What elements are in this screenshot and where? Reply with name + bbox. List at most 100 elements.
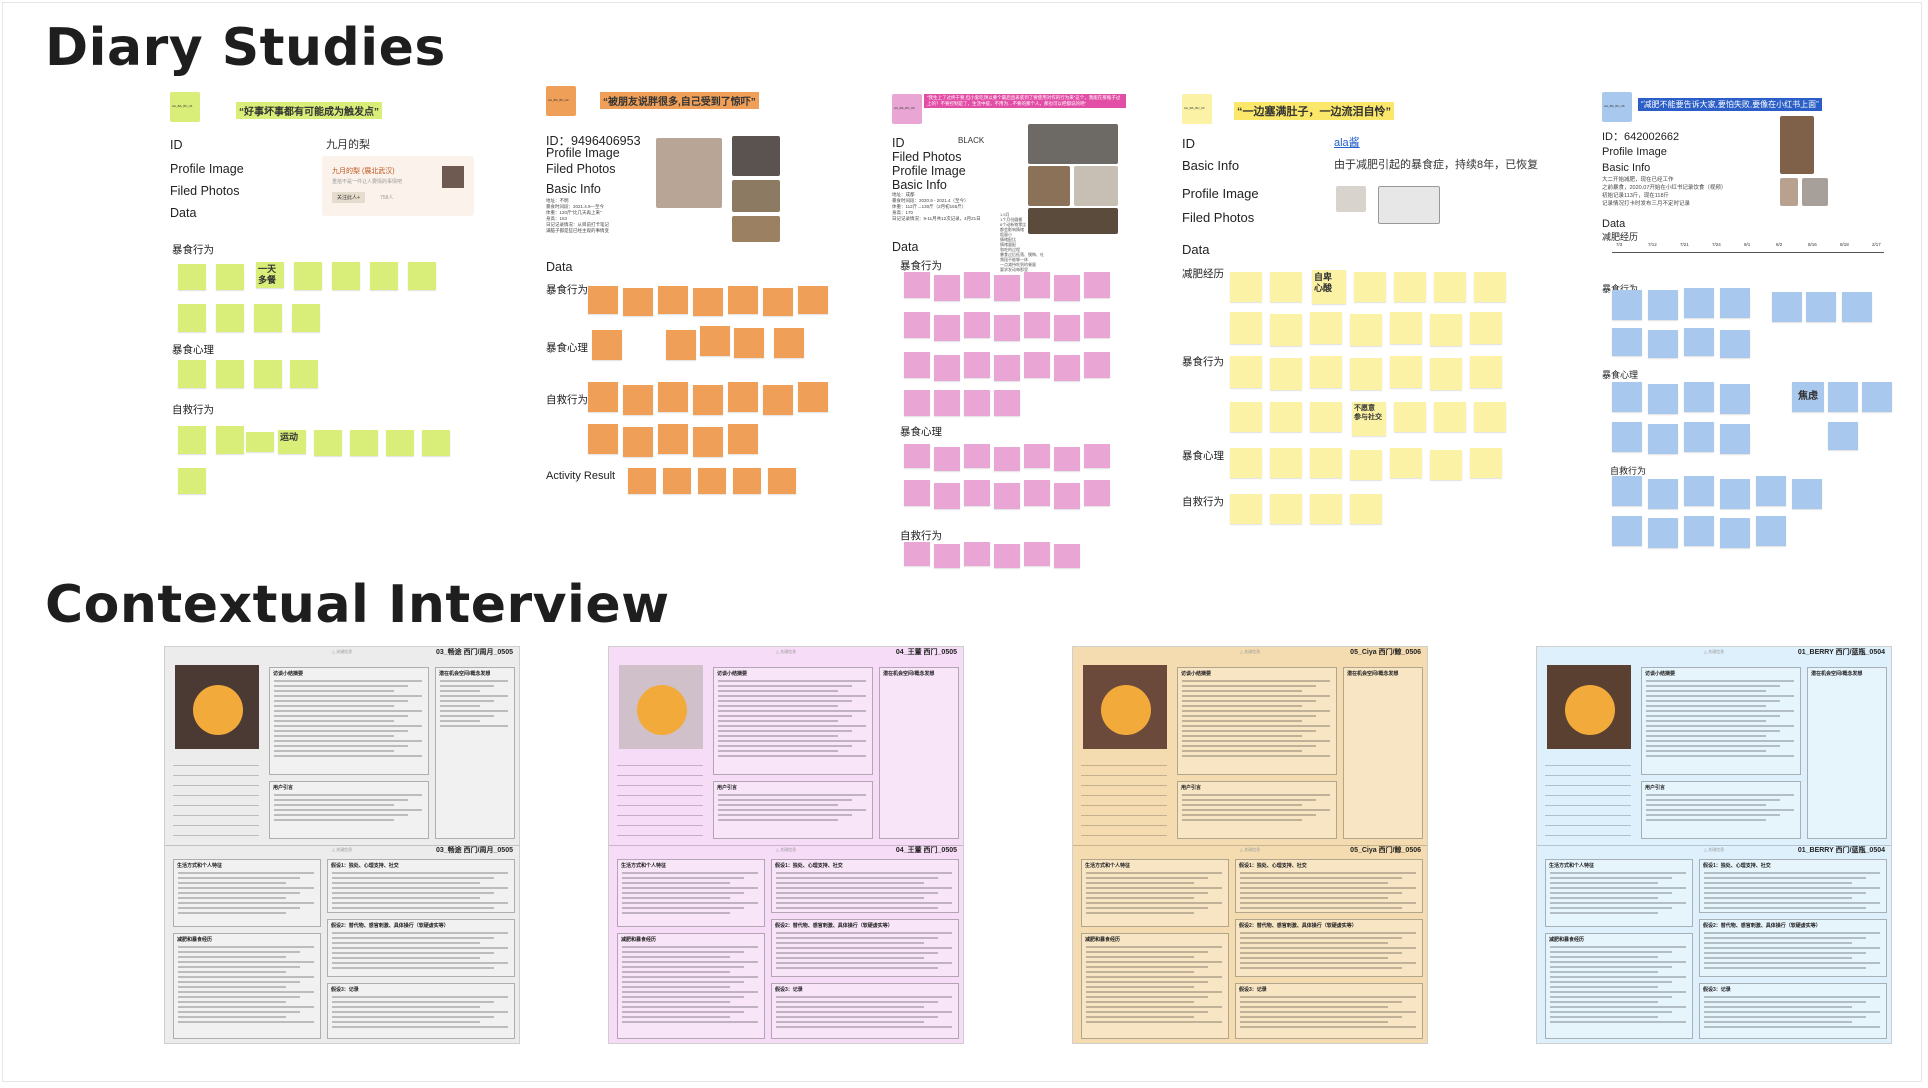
text-line xyxy=(178,946,314,948)
text-line xyxy=(274,740,422,742)
sticky-note xyxy=(1684,328,1714,356)
text-line xyxy=(1646,794,1794,796)
text-line xyxy=(178,1001,286,1003)
text-line xyxy=(622,986,730,988)
text-line xyxy=(1240,887,1416,889)
interview-card[interactable]: △ 关键信息 03_畅途 西门/周月_0505 △ 关键信息 03_畅途 西门/周月_… xyxy=(164,646,520,1044)
sticky-note xyxy=(904,272,930,298)
text-line xyxy=(1646,740,1794,742)
box-label: 访谈小结摘要 xyxy=(273,671,304,677)
sticky-note xyxy=(1270,494,1302,524)
text-line xyxy=(776,897,924,899)
head-tag: AA_BA_BC_02 xyxy=(548,98,569,102)
text-line xyxy=(1086,946,1222,948)
text-line xyxy=(1086,961,1222,963)
sticky-note xyxy=(658,382,688,412)
profile-name: 九月的梨 (展北武汉) xyxy=(332,168,395,175)
sticky-note xyxy=(1084,352,1110,378)
table-row xyxy=(617,805,703,806)
text-line xyxy=(1646,690,1766,692)
text-line xyxy=(1704,952,1866,954)
sticky-note xyxy=(1470,356,1502,388)
text-line xyxy=(1550,996,1672,998)
sticky-note xyxy=(1612,516,1642,546)
text-line xyxy=(1704,932,1880,934)
basic-line: 大二开始减肥，现在已经工作 xyxy=(1602,177,1674,183)
field-profile-image: Profile Image xyxy=(1602,146,1667,158)
text-line xyxy=(1550,966,1672,968)
text-line xyxy=(718,735,838,737)
text-line xyxy=(718,710,866,712)
text-line xyxy=(178,991,314,993)
filed-photo xyxy=(732,180,780,212)
hypothesis-1-box: 假设1：独处、心理支持、社交 xyxy=(1699,859,1887,913)
text-line xyxy=(776,902,952,904)
text-line xyxy=(178,902,314,904)
sticky-note xyxy=(1612,328,1642,356)
text-line xyxy=(332,892,494,894)
filed-photo xyxy=(1378,186,1440,224)
text-line xyxy=(1550,1006,1686,1008)
sticky-note xyxy=(1024,444,1050,468)
box-label: 假设2：替代物、感官刺激、具体操行（软硬虚实等） xyxy=(775,923,893,929)
sticky-note xyxy=(1772,292,1802,322)
sticky-note xyxy=(774,328,804,358)
box-label: 生活方式和个人特征 xyxy=(177,863,223,869)
interviewee-photo xyxy=(1547,665,1631,749)
interview-card[interactable]: △ 关键信息 01_BERRY 西门/蓝瓶_0504 △ 关键信息 01_BERRY … xyxy=(1536,646,1892,1044)
table-row xyxy=(1545,795,1631,796)
text-line xyxy=(622,956,730,958)
text-line xyxy=(178,1016,286,1018)
box-label: 用户引言 xyxy=(717,785,738,791)
text-line xyxy=(718,690,838,692)
text-line xyxy=(274,750,394,752)
text-line xyxy=(274,715,408,717)
text-line xyxy=(622,966,744,968)
box-label: 生活方式和个人特征 xyxy=(1085,863,1131,869)
sticky-note xyxy=(370,262,398,290)
sticky-note xyxy=(1756,476,1786,506)
text-line xyxy=(332,877,494,879)
text-line xyxy=(718,819,838,821)
field-basic-info: Basic Info xyxy=(1602,162,1651,174)
sticky-note xyxy=(350,430,378,456)
field-data: Data xyxy=(892,240,919,254)
id-line: ID：642002662 xyxy=(1602,131,1680,143)
table-row xyxy=(617,815,703,816)
sticky-note xyxy=(994,355,1020,381)
sticky-note: 运动 xyxy=(278,430,306,454)
text-line xyxy=(1240,932,1416,934)
text-line xyxy=(440,680,508,682)
text-line xyxy=(332,907,494,909)
follow-button[interactable]: 关注此人+ xyxy=(332,192,365,203)
sticky-note xyxy=(588,424,618,454)
text-line xyxy=(1086,1016,1194,1018)
interview-card[interactable]: △ 关键信息 05_Ciya 西门/鲸_0506 △ 关键信息 05_Ciya 西门/… xyxy=(1072,646,1428,1044)
table-row xyxy=(1545,815,1631,816)
text-line xyxy=(1240,897,1388,899)
interview-card[interactable]: △ 关键信息 04_王董 西门_0505 △ 关键信息 04_王董 西门_0505 访谈… xyxy=(608,646,964,1044)
field-data: Data xyxy=(1602,218,1626,230)
box-label: 假设1：独处、心理支持、社交 xyxy=(775,863,843,869)
text-line xyxy=(1646,750,1766,752)
sticky-note xyxy=(1684,476,1714,506)
sticky-note xyxy=(1720,288,1750,318)
sticky-note xyxy=(1390,312,1422,344)
text-line xyxy=(274,799,408,801)
text-line xyxy=(1704,872,1880,874)
table-row xyxy=(173,805,259,806)
text-line xyxy=(1704,882,1852,884)
text-line xyxy=(332,1021,480,1023)
group-label: 暴食心理 xyxy=(546,342,588,354)
text-line xyxy=(178,887,314,889)
basic-info-value: 由于减肥引起的暴食症，持续8年，已恢复 xyxy=(1334,159,1539,171)
text-line xyxy=(1550,1021,1686,1023)
text-line xyxy=(440,720,480,722)
sticky-note xyxy=(733,468,761,494)
sticky-note xyxy=(1862,382,1892,412)
sticky-note xyxy=(1474,402,1506,432)
id-value-link[interactable]: ala酱 xyxy=(1334,134,1360,150)
history-box: 减肥和暴食经历 xyxy=(1081,933,1229,1039)
sticky-note xyxy=(964,444,990,468)
sticky-note xyxy=(1470,312,1502,344)
